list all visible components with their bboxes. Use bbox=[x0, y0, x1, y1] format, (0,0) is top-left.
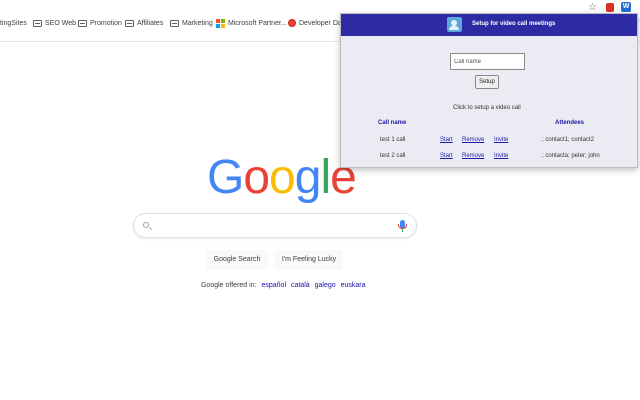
extension-active-icon[interactable]: W bbox=[621, 2, 631, 12]
call-name-input[interactable] bbox=[450, 53, 525, 70]
language-link-galego[interactable]: galego bbox=[315, 282, 336, 289]
bookmark-affiliates[interactable]: Affiliates bbox=[125, 17, 163, 29]
video-call-popup: Setup for video call meetings Setup Clic… bbox=[340, 13, 638, 168]
search-icon bbox=[143, 222, 149, 228]
folder-icon bbox=[78, 19, 87, 27]
logo-letter: o bbox=[269, 151, 296, 204]
logo-letter: G bbox=[207, 151, 244, 204]
language-link-euskara[interactable]: euskara bbox=[341, 282, 366, 289]
video-call-logo-icon bbox=[447, 17, 462, 32]
search-box[interactable] bbox=[133, 213, 417, 238]
bookmark-developer-dashboard[interactable]: Developer Das bbox=[288, 17, 345, 29]
remove-link[interactable]: Remove bbox=[462, 137, 484, 143]
bookmark-microsoft-partner[interactable]: Microsoft Partner... bbox=[216, 17, 287, 29]
bookmark-label: Affiliates bbox=[137, 19, 164, 27]
microphone-icon[interactable] bbox=[398, 220, 407, 232]
column-header-call-name: Call name bbox=[378, 120, 407, 126]
setup-button[interactable]: Setup bbox=[475, 75, 499, 89]
table-row: test 1 call Start Remove Invite ; contac… bbox=[341, 137, 637, 147]
google-logo: Google bbox=[207, 151, 357, 204]
invite-link[interactable]: Invite bbox=[494, 137, 508, 143]
language-link-espanol[interactable]: español bbox=[261, 282, 286, 289]
microsoft-icon bbox=[216, 18, 225, 28]
bookmark-label: tingSites bbox=[0, 19, 27, 27]
offered-label: Google offered in: bbox=[201, 282, 257, 289]
call-name-cell: test 2 call bbox=[380, 153, 406, 159]
bookmark-promotion[interactable]: Promotion bbox=[78, 17, 122, 29]
setup-hint: Click to setup a video call bbox=[453, 105, 521, 111]
developer-icon bbox=[288, 19, 296, 27]
folder-icon bbox=[33, 19, 42, 27]
bookmark-label: Promotion bbox=[90, 19, 122, 27]
language-offer: Google offered in: español català galego… bbox=[201, 282, 366, 289]
start-link[interactable]: Start bbox=[440, 137, 453, 143]
logo-letter: l bbox=[320, 151, 331, 204]
bookmark-label: Marketing bbox=[182, 19, 213, 27]
bookmark-label: Microsoft Partner... bbox=[228, 19, 287, 27]
language-link-catala[interactable]: català bbox=[291, 282, 310, 289]
bookmark-seo-web[interactable]: SEO Web bbox=[33, 17, 76, 29]
bookmark-label: SEO Web bbox=[45, 19, 76, 27]
popup-title: Setup for video call meetings bbox=[472, 21, 556, 27]
feeling-lucky-button[interactable]: I'm Feeling Lucky bbox=[275, 250, 343, 270]
folder-icon bbox=[125, 19, 134, 27]
invite-link[interactable]: Invite bbox=[494, 153, 508, 159]
remove-link[interactable]: Remove bbox=[462, 153, 484, 159]
bookmark-tingsites[interactable]: tingSites bbox=[0, 17, 27, 29]
attendees-cell: ; contact1; contact2 bbox=[542, 137, 595, 143]
attendees-cell: ; contacta; peter; john bbox=[542, 153, 600, 159]
folder-icon bbox=[170, 19, 179, 27]
call-name-cell: test 1 call bbox=[380, 137, 406, 143]
logo-letter: o bbox=[243, 151, 270, 204]
extension-icon[interactable] bbox=[606, 3, 614, 12]
logo-letter: g bbox=[294, 151, 322, 204]
bookmark-marketing[interactable]: Marketing bbox=[170, 17, 213, 29]
bookmark-label: Developer Das bbox=[299, 19, 346, 27]
google-search-button[interactable]: Google Search bbox=[206, 250, 268, 270]
start-link[interactable]: Start bbox=[440, 153, 453, 159]
popup-header: Setup for video call meetings bbox=[341, 14, 637, 36]
star-icon[interactable]: ☆ bbox=[588, 2, 597, 13]
column-header-attendees: Attendees bbox=[555, 120, 585, 126]
table-row: test 2 call Start Remove Invite ; contac… bbox=[341, 153, 637, 163]
